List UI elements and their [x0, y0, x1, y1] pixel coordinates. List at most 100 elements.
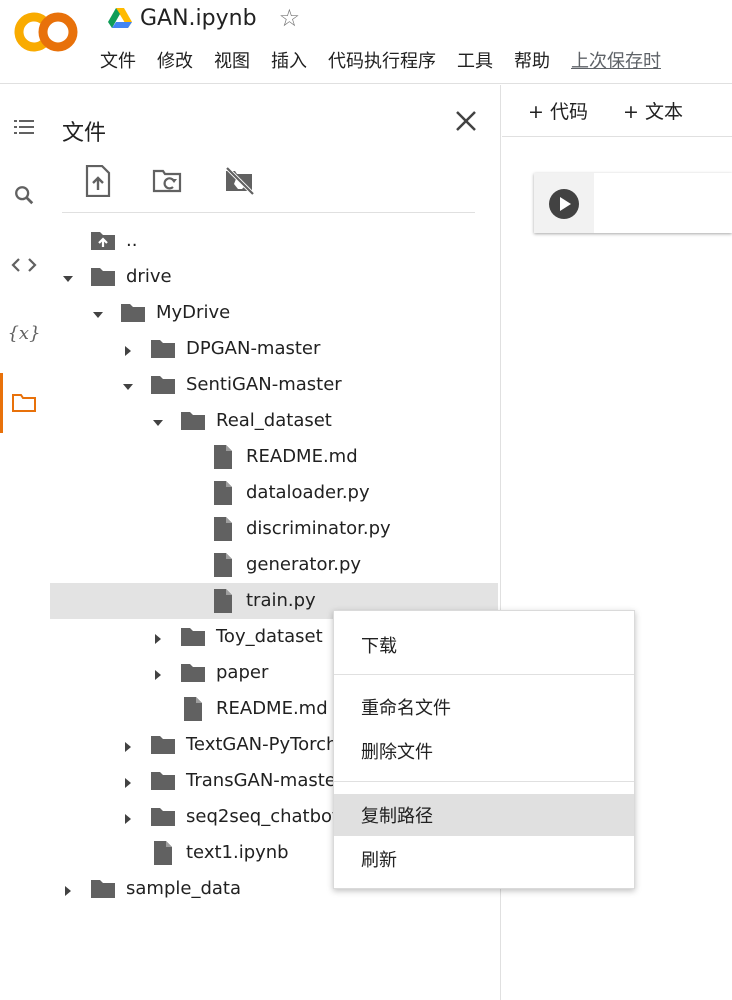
folder-icon [180, 624, 206, 650]
search-button[interactable] [0, 165, 48, 225]
notebook-toolbar: + 代码 + 文本 [502, 85, 732, 137]
caret-right-icon[interactable] [151, 666, 165, 680]
menu-edit[interactable]: 修改 [157, 47, 193, 73]
tree-folder-row[interactable]: Real_dataset [50, 403, 498, 439]
files-toolbar [84, 165, 296, 197]
tree-item-label: README.md [246, 446, 358, 467]
code-snippets-icon [11, 258, 37, 272]
file-icon [210, 444, 236, 470]
tree-item-label: Real_dataset [216, 410, 332, 431]
folder-icon [90, 264, 116, 290]
ctx-separator [334, 781, 634, 782]
caret-right-icon[interactable] [151, 630, 165, 644]
ctx-copy-path[interactable]: 复制路径 [334, 794, 634, 836]
menu-view[interactable]: 视图 [214, 47, 250, 73]
caret-down-icon[interactable] [121, 378, 135, 392]
folder-icon [90, 876, 116, 902]
folder-icon [150, 336, 176, 362]
ctx-rename-file[interactable]: 重命名文件 [334, 686, 634, 728]
file-icon [150, 840, 176, 866]
file-icon [210, 552, 236, 578]
caret-right-icon[interactable] [121, 810, 135, 824]
tree-item-label: README.md [216, 698, 328, 719]
caret-down-icon[interactable] [61, 270, 75, 284]
tree-folder-row[interactable]: .. [50, 223, 498, 259]
colab-logo[interactable] [14, 10, 78, 54]
tree-item-label: train.py [246, 590, 316, 611]
star-icon[interactable]: ☆ [279, 6, 301, 30]
tree-file-row[interactable]: README.md [50, 439, 498, 475]
mount-drive-icon[interactable] [224, 165, 256, 197]
tree-item-label: sample_data [126, 878, 241, 899]
variables-icon: {x} [7, 322, 41, 344]
tree-item-label: paper [216, 662, 269, 683]
ctx-delete-file[interactable]: 删除文件 [334, 730, 634, 772]
caret-down-icon[interactable] [91, 306, 105, 320]
caret-down-icon[interactable] [151, 414, 165, 428]
menu-tools[interactable]: 工具 [457, 47, 493, 73]
ctx-refresh[interactable]: 刷新 [334, 838, 634, 880]
menu-runtime[interactable]: 代码执行程序 [328, 47, 436, 73]
menu-help[interactable]: 帮助 [514, 47, 550, 73]
folder-icon [120, 300, 146, 326]
tree-item-label: SentiGAN-master [186, 374, 342, 395]
file-icon [210, 480, 236, 506]
tree-folder-row[interactable]: drive [50, 259, 498, 295]
tree-item-label: .. [126, 230, 138, 251]
upload-file-icon[interactable] [84, 165, 112, 197]
panel-title: 文件 [62, 121, 107, 146]
folder-icon [150, 732, 176, 758]
last-saved-link[interactable]: 上次保存时 [571, 47, 661, 73]
tree-item-label: text1.ipynb [186, 842, 289, 863]
tree-item-label: drive [126, 266, 172, 287]
caret-right-icon[interactable] [61, 882, 75, 896]
toc-button[interactable] [0, 97, 48, 157]
tree-folder-row[interactable]: DPGAN-master [50, 331, 498, 367]
tree-folder-row[interactable]: SentiGAN-master [50, 367, 498, 403]
title-row: GAN.ipynb ☆ [108, 2, 300, 34]
menu-file[interactable]: 文件 [100, 47, 136, 73]
file-icon [210, 516, 236, 542]
variables-button[interactable]: {x} [0, 303, 48, 363]
file-icon [210, 588, 236, 614]
notebook-title[interactable]: GAN.ipynb [140, 6, 257, 31]
tree-item-label: seq2seq_chatbot [186, 806, 340, 827]
folder-icon [180, 660, 206, 686]
folder-icon [150, 372, 176, 398]
tree-item-label: dataloader.py [246, 482, 370, 503]
code-snippets-button[interactable] [0, 235, 48, 295]
side-rail: {x} [0, 85, 48, 1000]
tree-file-row[interactable]: dataloader.py [50, 475, 498, 511]
code-cell[interactable] [534, 173, 732, 233]
ctx-download[interactable]: 下载 [334, 624, 634, 666]
caret-right-icon[interactable] [121, 774, 135, 788]
caret-right-icon[interactable] [121, 738, 135, 752]
run-cell-icon[interactable] [548, 188, 580, 220]
tree-file-row[interactable]: generator.py [50, 547, 498, 583]
refresh-folder-icon[interactable] [152, 165, 184, 197]
tree-item-label: TransGAN-master [186, 770, 344, 791]
add-text-button[interactable]: + 文本 [623, 97, 683, 124]
menu-bar: 文件 修改 视图 插入 代码执行程序 工具 帮助 上次保存时 [100, 47, 661, 73]
folder-icon [150, 768, 176, 794]
close-icon[interactable] [452, 107, 480, 135]
menu-insert[interactable]: 插入 [271, 47, 307, 73]
tree-item-label: Toy_dataset [216, 626, 323, 647]
add-code-button[interactable]: + 代码 [528, 97, 588, 124]
parent-folder-icon [90, 228, 116, 254]
tree-file-row[interactable]: discriminator.py [50, 511, 498, 547]
tree-item-label: TextGAN-PyTorch [186, 734, 338, 755]
app-header: GAN.ipynb ☆ 文件 修改 视图 插入 代码执行程序 工具 帮助 上次保… [0, 0, 732, 84]
ctx-separator [334, 674, 634, 675]
tree-item-label: MyDrive [156, 302, 231, 323]
context-menu: 下载 重命名文件 删除文件 复制路径 刷新 [333, 610, 635, 889]
caret-right-icon[interactable] [121, 342, 135, 356]
google-drive-icon[interactable] [108, 7, 132, 29]
toolbar-divider [62, 212, 475, 213]
tree-folder-row[interactable]: MyDrive [50, 295, 498, 331]
tree-item-label: discriminator.py [246, 518, 391, 539]
files-button[interactable] [0, 373, 48, 433]
cell-gutter [534, 173, 594, 233]
tree-item-label: generator.py [246, 554, 362, 575]
tree-item-label: DPGAN-master [186, 338, 321, 359]
